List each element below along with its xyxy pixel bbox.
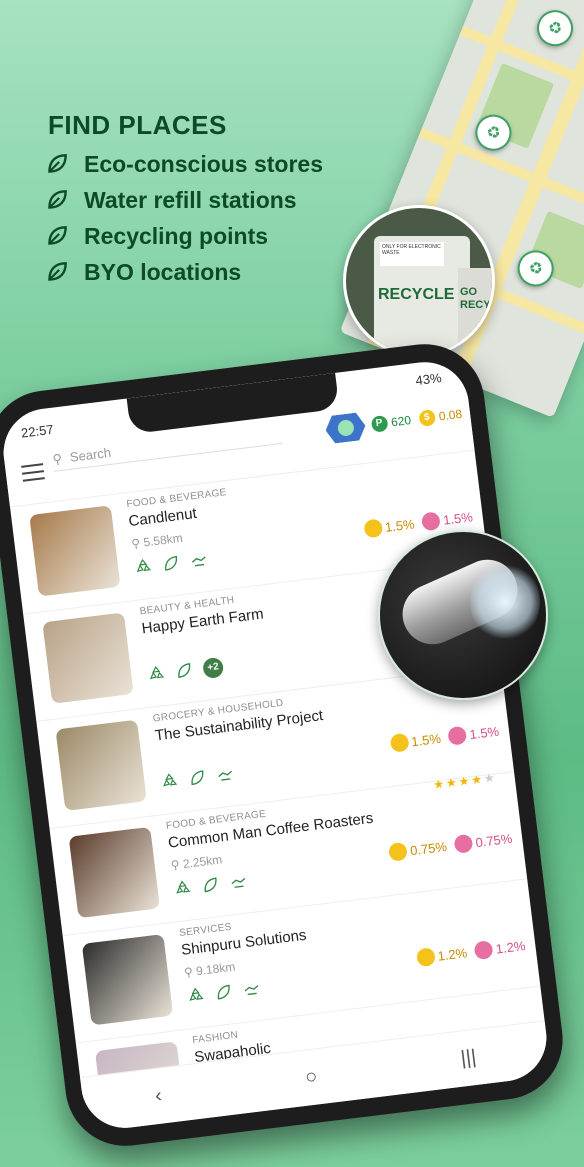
recycle-bin: ONLY FOR ELECTRONIC WASTE RECYCLE bbox=[374, 236, 470, 354]
place-thumbnail bbox=[42, 612, 134, 704]
more-tags-badge: +2 bbox=[202, 656, 225, 680]
eco-tags bbox=[186, 977, 272, 1005]
leaf-icon bbox=[201, 875, 221, 895]
feature-item: BYO locations bbox=[44, 254, 323, 290]
yellow-coin-icon bbox=[415, 947, 436, 968]
place-thumbnail bbox=[81, 934, 174, 1026]
place-distance: ⚲ 2.25km bbox=[170, 852, 223, 873]
search-placeholder: Search bbox=[69, 444, 112, 465]
nav-home-button[interactable]: ○ bbox=[304, 1065, 319, 1089]
leaf-icon bbox=[214, 982, 234, 1002]
cashback-yellow: 1.5% bbox=[389, 729, 442, 753]
nav-back-button[interactable]: ‹ bbox=[154, 1084, 163, 1108]
leaf-icon bbox=[48, 190, 67, 209]
feature-list: Eco-conscious stores Water refill statio… bbox=[44, 146, 323, 290]
eco-tags: +2 bbox=[146, 656, 225, 686]
leaf-icon bbox=[187, 768, 207, 788]
feature-label: BYO locations bbox=[84, 258, 242, 285]
leaf-icon bbox=[48, 226, 67, 245]
level-badge-icon bbox=[324, 412, 367, 445]
leaf-icon bbox=[161, 553, 181, 573]
place-distance: ⚲ 5.58km bbox=[130, 530, 184, 551]
cashback-yellow: 1.5% bbox=[363, 514, 415, 539]
points-coin-icon: P bbox=[370, 414, 389, 433]
cash-value: 0.08 bbox=[437, 406, 463, 424]
recycling-bin-photo: ONLY FOR ELECTRONIC WASTE RECYCLE GO REC… bbox=[343, 205, 495, 357]
feature-label: Water refill stations bbox=[84, 186, 297, 213]
place-thumbnail bbox=[29, 505, 121, 597]
recycle-icon bbox=[133, 557, 153, 577]
recycle-bin-side: GO RECYCLE bbox=[458, 268, 492, 354]
pink-coin-icon bbox=[453, 833, 474, 854]
hand-heart-icon bbox=[189, 550, 209, 570]
pink-coin-icon bbox=[447, 725, 468, 746]
feature-item: Recycling points bbox=[44, 218, 323, 254]
bin-recycle-text: RECYCLE bbox=[378, 286, 455, 303]
hand-heart-icon bbox=[228, 871, 248, 891]
recycle-icon bbox=[186, 985, 206, 1005]
yellow-coin-icon bbox=[363, 518, 384, 539]
find-places-title: FIND PLACES bbox=[48, 110, 227, 140]
leaf-icon bbox=[48, 262, 67, 281]
status-time: 22:57 bbox=[20, 421, 55, 441]
cashback-pink: 0.75% bbox=[453, 829, 514, 854]
leaf-icon bbox=[48, 154, 67, 173]
phone-screen: 22:57 43% ⚲ Search P 620 $ 0.08 FOOD & B… bbox=[0, 357, 552, 1133]
menu-icon[interactable] bbox=[21, 463, 45, 482]
yellow-coin-icon bbox=[388, 841, 409, 862]
place-distance: ⚲ 9.18km bbox=[183, 959, 237, 980]
water-bottle-photo bbox=[378, 530, 548, 700]
feature-item: Eco-conscious stores bbox=[44, 146, 323, 182]
feature-item: Water refill stations bbox=[44, 182, 323, 218]
nav-recents-button[interactable]: ||| bbox=[459, 1046, 477, 1071]
recycle-icon bbox=[146, 664, 166, 684]
hand-heart-icon bbox=[215, 764, 235, 784]
water-splash bbox=[470, 562, 540, 642]
cashback-pink: 1.5% bbox=[447, 722, 500, 746]
cashback-pink: 1.5% bbox=[421, 507, 474, 532]
dollar-coin-icon: $ bbox=[418, 409, 436, 427]
eco-tags bbox=[133, 549, 219, 577]
cash-balance: $ 0.08 bbox=[418, 406, 463, 427]
eco-tags bbox=[173, 870, 259, 898]
leaf-icon bbox=[174, 660, 194, 680]
cashback-pink: 1.2% bbox=[473, 936, 526, 961]
points-value: 620 bbox=[390, 413, 412, 430]
pink-coin-icon bbox=[421, 511, 442, 532]
hand-heart-icon bbox=[241, 979, 261, 999]
place-thumbnail bbox=[55, 719, 147, 812]
phone-mockup: 22:57 43% ⚲ Search P 620 $ 0.08 FOOD & B… bbox=[0, 337, 570, 1153]
cashback-yellow: 1.2% bbox=[415, 943, 468, 968]
cashback-badges: 1.5% 1.5% bbox=[381, 722, 500, 754]
place-thumbnail bbox=[68, 826, 161, 919]
cashback-badges: 1.2% 1.2% bbox=[408, 936, 527, 968]
recycle-icon bbox=[160, 771, 180, 791]
feature-label: Eco-conscious stores bbox=[84, 150, 324, 177]
bin-header-text: ONLY FOR ELECTRONIC WASTE bbox=[380, 242, 444, 266]
feature-label: Recycling points bbox=[84, 222, 269, 249]
pink-coin-icon bbox=[473, 940, 494, 961]
search-icon: ⚲ bbox=[51, 450, 63, 467]
wallet-summary[interactable]: P 620 $ 0.08 bbox=[324, 400, 464, 445]
yellow-coin-icon bbox=[389, 732, 410, 753]
eco-tags bbox=[160, 763, 246, 791]
cashback-yellow: 0.75% bbox=[388, 837, 448, 862]
recycle-icon bbox=[173, 878, 193, 898]
status-battery: 43% bbox=[414, 370, 443, 389]
bin-side-text: GO RECYCLE bbox=[460, 286, 492, 311]
points-balance: P 620 bbox=[370, 412, 412, 433]
cashback-badges: 0.75%0.75% bbox=[380, 829, 513, 863]
